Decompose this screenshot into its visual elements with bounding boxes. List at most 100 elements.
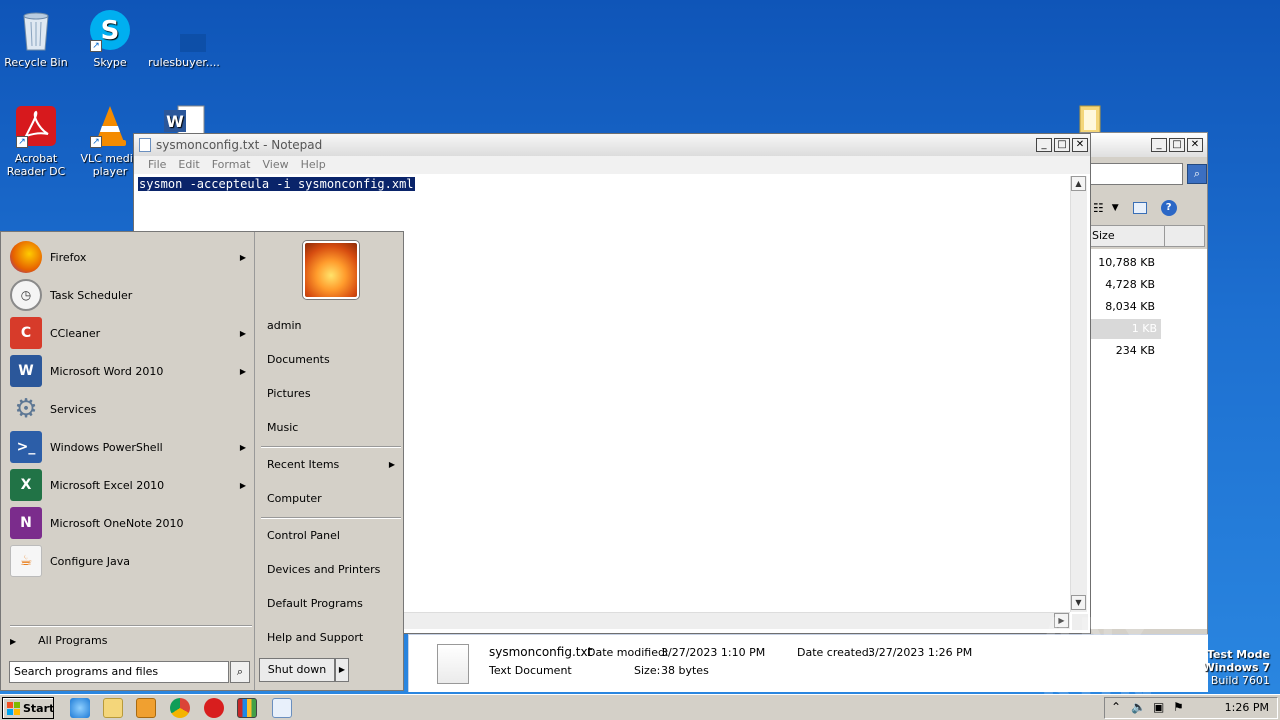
start-button[interactable]: Start <box>2 697 54 719</box>
chevron-right-icon: ▶ <box>388 460 395 469</box>
link-recent-items[interactable]: Recent Items ▶ <box>267 457 401 473</box>
chrome-icon[interactable] <box>170 698 190 718</box>
shutdown-options-button[interactable]: ▶ <box>335 658 349 682</box>
column-divider <box>1164 226 1165 246</box>
chevron-right-icon: ▶ <box>239 328 246 338</box>
separator <box>10 625 252 627</box>
internet-explorer-icon[interactable] <box>70 698 90 718</box>
notepad-title: sysmonconfig.txt - Notepad <box>156 138 323 152</box>
taskbar: Start ⌃ 🔈 ▣ ⚑ 1:26 PM <box>0 694 1280 720</box>
file-size-cell: 234 KB <box>1115 344 1155 357</box>
shortcut-arrow-icon: ↗ <box>90 136 102 148</box>
scroll-up-icon[interactable]: ▲ <box>1071 176 1086 191</box>
file-size-cell: 10,788 KB <box>1098 256 1155 269</box>
program-services[interactable]: ⚙ Services <box>10 392 250 426</box>
firefox-icon <box>10 241 42 273</box>
desktop-icon-label: rulesbuyer.... <box>148 56 220 69</box>
shutdown-button[interactable]: Shut down <box>259 658 335 682</box>
all-programs-link[interactable]: ▶ All Programs <box>10 633 250 649</box>
close-button[interactable]: ✕ <box>1187 138 1203 152</box>
explorer-file-list: 10,788 KB 4,728 KB 8,034 KB 1 KB 234 KB <box>1081 249 1207 629</box>
start-search-input[interactable]: Search programs and files <box>9 661 229 683</box>
details-date-modified-label: Date modified: <box>587 646 669 659</box>
explorer-caption-buttons: _ □ ✕ <box>1151 138 1203 152</box>
notepad-caption-buttons: _ □ ✕ <box>1036 138 1088 152</box>
notepad-titlebar[interactable]: sysmonconfig.txt - Notepad <box>134 134 1090 156</box>
link-admin[interactable]: admin <box>267 318 401 334</box>
chevron-down-icon[interactable]: ▼ <box>1112 203 1119 213</box>
menu-edit[interactable]: Edit <box>172 156 205 174</box>
chevron-right-icon: ▶ <box>239 366 246 376</box>
minimize-button[interactable]: _ <box>1151 138 1167 152</box>
link-music[interactable]: Music <box>267 420 401 436</box>
program-onenote[interactable]: N Microsoft OneNote 2010 <box>10 506 250 540</box>
program-powershell[interactable]: >_ Windows PowerShell ▶ <box>10 430 250 464</box>
preview-pane-icon[interactable] <box>1132 202 1147 214</box>
details-filename: sysmonconfig.txt <box>489 645 593 659</box>
program-firefox[interactable]: Firefox ▶ <box>10 240 250 274</box>
column-header-size[interactable]: Size <box>1081 225 1205 247</box>
link-pictures[interactable]: Pictures <box>267 386 401 402</box>
close-button[interactable]: ✕ <box>1072 138 1088 152</box>
program-word[interactable]: W Microsoft Word 2010 ▶ <box>10 354 250 388</box>
menu-file[interactable]: File <box>142 156 172 174</box>
minimize-button[interactable]: _ <box>1036 138 1052 152</box>
vertical-scrollbar[interactable]: ▲ ▼ <box>1070 176 1087 612</box>
maximize-button[interactable]: □ <box>1054 138 1070 152</box>
notepad-taskbar-icon[interactable] <box>272 698 292 718</box>
program-configure-java[interactable]: ☕ Configure Java <box>10 544 250 578</box>
media-player-icon[interactable] <box>136 698 156 718</box>
desktop-icon-rulesbuyer[interactable]: rulesbuyer.... <box>148 8 220 69</box>
search-icon[interactable]: ⌕ <box>230 661 250 683</box>
search-icon[interactable]: ⌕ <box>1187 164 1207 184</box>
link-devices-and-printers[interactable]: Devices and Printers <box>267 562 401 578</box>
separator <box>261 446 401 448</box>
maximize-button[interactable]: □ <box>1169 138 1185 152</box>
desktop-icon-recycle-bin[interactable]: Recycle Bin <box>0 8 72 69</box>
clock-icon: ◷ <box>10 279 42 311</box>
test-mode-watermark: Test Mode Windows 7 Build 7601 <box>1202 648 1270 687</box>
view-options-icon[interactable]: ☷ <box>1093 201 1104 215</box>
link-help-and-support[interactable]: Help and Support <box>267 630 401 646</box>
network-icon[interactable]: ▣ <box>1153 700 1164 714</box>
menu-format[interactable]: Format <box>206 156 257 174</box>
desktop-icon-acrobat[interactable]: ↗ Acrobat Reader DC <box>0 104 72 178</box>
windows-logo-icon <box>7 701 20 715</box>
powershell-icon: >_ <box>10 431 42 463</box>
skype-icon: S ↗ <box>88 8 132 52</box>
help-icon[interactable]: ? <box>1160 200 1177 216</box>
explorer-search-input[interactable] <box>1087 163 1183 185</box>
winrar-icon[interactable] <box>237 698 257 718</box>
shortcut-arrow-icon: ↗ <box>90 40 102 52</box>
link-control-panel[interactable]: Control Panel <box>267 528 401 544</box>
volume-icon[interactable]: 🔈 <box>1131 700 1146 714</box>
menu-view[interactable]: View <box>257 156 295 174</box>
svg-text:W: W <box>166 112 184 131</box>
start-menu: Firefox ▶ ◷ Task Scheduler C CCleaner ▶ … <box>0 231 404 691</box>
desktop-icon-skype[interactable]: S ↗ Skype <box>74 8 146 69</box>
flag-icon[interactable]: ⚑ <box>1173 700 1184 714</box>
recycle-bin-icon <box>14 8 58 52</box>
details-date-modified: 3/27/2023 1:10 PM <box>661 646 766 659</box>
file-size-cell: 8,034 KB <box>1105 300 1155 313</box>
notepad-menubar: File Edit Format View Help <box>134 156 1090 174</box>
acrobat-icon: ↗ <box>14 104 58 148</box>
opera-icon[interactable] <box>204 698 224 718</box>
menu-help[interactable]: Help <box>295 156 332 174</box>
desktop-icon-label: Skype <box>93 56 127 69</box>
link-computer[interactable]: Computer <box>267 491 401 507</box>
chevron-up-icon[interactable]: ⌃ <box>1111 700 1121 714</box>
program-ccleaner[interactable]: C CCleaner ▶ <box>10 316 250 350</box>
clock[interactable]: 1:26 PM <box>1225 701 1269 714</box>
vlc-icon: ↗ <box>88 104 132 148</box>
link-default-programs[interactable]: Default Programs <box>267 596 401 612</box>
program-task-scheduler[interactable]: ◷ Task Scheduler <box>10 278 250 312</box>
program-excel[interactable]: X Microsoft Excel 2010 ▶ <box>10 468 250 502</box>
svg-text:S: S <box>101 16 120 46</box>
chevron-right-icon: ▶ <box>239 252 246 262</box>
user-avatar[interactable] <box>303 241 359 299</box>
file-size-cell: 4,728 KB <box>1105 278 1155 291</box>
link-documents[interactable]: Documents <box>267 352 401 368</box>
desktop-icon-label: Recycle Bin <box>4 56 68 69</box>
folder-icon[interactable] <box>103 698 123 718</box>
